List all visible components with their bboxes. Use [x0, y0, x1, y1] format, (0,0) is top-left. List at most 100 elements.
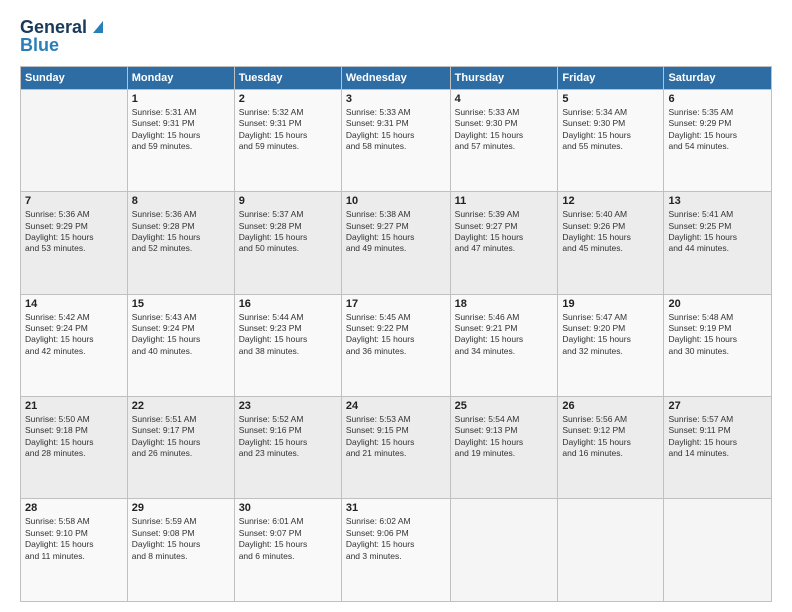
day-cell	[450, 499, 558, 602]
day-info: Sunrise: 6:01 AM Sunset: 9:07 PM Dayligh…	[239, 516, 337, 562]
day-info: Sunrise: 5:36 AM Sunset: 9:28 PM Dayligh…	[132, 209, 230, 255]
logo-blue: Blue	[20, 36, 59, 56]
day-number: 31	[346, 502, 446, 514]
day-number: 1	[132, 93, 230, 105]
day-cell: 29 Sunrise: 5:59 AM Sunset: 9:08 PM Dayli…	[127, 499, 234, 602]
day-cell: 5Sunrise: 5:34 AM Sunset: 9:30 PM Daylig…	[558, 89, 664, 191]
day-cell: 20Sunrise: 5:48 AM Sunset: 9:19 PM Dayli…	[664, 294, 772, 396]
day-number: 3	[346, 93, 446, 105]
day-cell: 23 Sunrise: 5:52 AM Sunset: 9:16 PM Dayli…	[234, 397, 341, 499]
day-info: Sunrise: 5:52 AM Sunset: 9:16 PM Dayligh…	[239, 414, 337, 460]
logo: General Blue	[20, 18, 107, 56]
day-info: Sunrise: 5:56 AM Sunset: 9:12 PM Dayligh…	[562, 414, 659, 460]
day-cell: 25Sunrise: 5:54 AM Sunset: 9:13 PM Dayli…	[450, 397, 558, 499]
page: General Blue SundayMondayTuesdayWednesda…	[0, 0, 792, 612]
logo-icon	[89, 17, 107, 35]
col-header-sunday: Sunday	[21, 66, 128, 89]
day-info: Sunrise: 5:34 AM Sunset: 9:30 PM Dayligh…	[562, 107, 659, 153]
day-info: Sunrise: 5:57 AM Sunset: 9:11 PM Dayligh…	[668, 414, 767, 460]
day-info: Sunrise: 5:39 AM Sunset: 9:27 PM Dayligh…	[455, 209, 554, 255]
day-cell: 30 Sunrise: 6:01 AM Sunset: 9:07 PM Dayli…	[234, 499, 341, 602]
col-header-wednesday: Wednesday	[341, 66, 450, 89]
calendar-table: SundayMondayTuesdayWednesdayThursdayFrid…	[20, 66, 772, 602]
day-cell: 2Sunrise: 5:32 AM Sunset: 9:31 PM Daylig…	[234, 89, 341, 191]
day-cell: 11 Sunrise: 5:39 AM Sunset: 9:27 PM Dayli…	[450, 192, 558, 294]
day-info: Sunrise: 5:31 AM Sunset: 9:31 PM Dayligh…	[132, 107, 230, 153]
day-cell: 3 Sunrise: 5:33 AM Sunset: 9:31 PM Daylig…	[341, 89, 450, 191]
day-number: 26	[562, 400, 659, 412]
header: General Blue	[20, 18, 772, 56]
day-cell: 9Sunrise: 5:37 AM Sunset: 9:28 PM Daylig…	[234, 192, 341, 294]
day-info: Sunrise: 5:47 AM Sunset: 9:20 PM Dayligh…	[562, 312, 659, 358]
day-number: 16	[239, 298, 337, 310]
day-number: 25	[455, 400, 554, 412]
day-cell: 7 Sunrise: 5:36 AM Sunset: 9:29 PM Daylig…	[21, 192, 128, 294]
day-number: 30	[239, 502, 337, 514]
day-number: 22	[132, 400, 230, 412]
day-number: 17	[346, 298, 446, 310]
col-header-monday: Monday	[127, 66, 234, 89]
day-info: Sunrise: 5:58 AM Sunset: 9:10 PM Dayligh…	[25, 516, 123, 562]
day-cell	[558, 499, 664, 602]
col-header-thursday: Thursday	[450, 66, 558, 89]
day-number: 7	[25, 195, 123, 207]
col-header-tuesday: Tuesday	[234, 66, 341, 89]
day-number: 8	[132, 195, 230, 207]
day-cell: 10Sunrise: 5:38 AM Sunset: 9:27 PM Dayli…	[341, 192, 450, 294]
day-number: 9	[239, 195, 337, 207]
day-number: 14	[25, 298, 123, 310]
day-number: 29	[132, 502, 230, 514]
day-number: 27	[668, 400, 767, 412]
day-info: Sunrise: 5:50 AM Sunset: 9:18 PM Dayligh…	[25, 414, 123, 460]
day-number: 20	[668, 298, 767, 310]
day-number: 4	[455, 93, 554, 105]
day-number: 6	[668, 93, 767, 105]
day-info: Sunrise: 5:45 AM Sunset: 9:22 PM Dayligh…	[346, 312, 446, 358]
day-info: Sunrise: 6:02 AM Sunset: 9:06 PM Dayligh…	[346, 516, 446, 562]
day-info: Sunrise: 5:40 AM Sunset: 9:26 PM Dayligh…	[562, 209, 659, 255]
day-info: Sunrise: 5:53 AM Sunset: 9:15 PM Dayligh…	[346, 414, 446, 460]
day-cell: 19 Sunrise: 5:47 AM Sunset: 9:20 PM Dayli…	[558, 294, 664, 396]
day-number: 12	[562, 195, 659, 207]
day-info: Sunrise: 5:46 AM Sunset: 9:21 PM Dayligh…	[455, 312, 554, 358]
day-cell	[21, 89, 128, 191]
week-row-4: 21 Sunrise: 5:50 AM Sunset: 9:18 PM Dayli…	[21, 397, 772, 499]
day-info: Sunrise: 5:33 AM Sunset: 9:30 PM Dayligh…	[455, 107, 554, 153]
week-row-3: 14 Sunrise: 5:42 AM Sunset: 9:24 PM Dayli…	[21, 294, 772, 396]
day-cell: 14 Sunrise: 5:42 AM Sunset: 9:24 PM Dayli…	[21, 294, 128, 396]
day-cell: 4 Sunrise: 5:33 AM Sunset: 9:30 PM Daylig…	[450, 89, 558, 191]
day-cell: 1 Sunrise: 5:31 AM Sunset: 9:31 PM Daylig…	[127, 89, 234, 191]
week-row-2: 7 Sunrise: 5:36 AM Sunset: 9:29 PM Daylig…	[21, 192, 772, 294]
day-info: Sunrise: 5:59 AM Sunset: 9:08 PM Dayligh…	[132, 516, 230, 562]
day-cell: 22 Sunrise: 5:51 AM Sunset: 9:17 PM Dayli…	[127, 397, 234, 499]
day-info: Sunrise: 5:41 AM Sunset: 9:25 PM Dayligh…	[668, 209, 767, 255]
day-number: 13	[668, 195, 767, 207]
day-info: Sunrise: 5:36 AM Sunset: 9:29 PM Dayligh…	[25, 209, 123, 255]
day-number: 28	[25, 502, 123, 514]
day-info: Sunrise: 5:35 AM Sunset: 9:29 PM Dayligh…	[668, 107, 767, 153]
day-cell: 16Sunrise: 5:44 AM Sunset: 9:23 PM Dayli…	[234, 294, 341, 396]
day-number: 21	[25, 400, 123, 412]
week-row-5: 28 Sunrise: 5:58 AM Sunset: 9:10 PM Dayli…	[21, 499, 772, 602]
header-row: SundayMondayTuesdayWednesdayThursdayFrid…	[21, 66, 772, 89]
day-info: Sunrise: 5:42 AM Sunset: 9:24 PM Dayligh…	[25, 312, 123, 358]
col-header-friday: Friday	[558, 66, 664, 89]
day-cell: 12 Sunrise: 5:40 AM Sunset: 9:26 PM Dayli…	[558, 192, 664, 294]
day-number: 18	[455, 298, 554, 310]
day-info: Sunrise: 5:32 AM Sunset: 9:31 PM Dayligh…	[239, 107, 337, 153]
day-cell: 31 Sunrise: 6:02 AM Sunset: 9:06 PM Dayli…	[341, 499, 450, 602]
day-cell: 6 Sunrise: 5:35 AM Sunset: 9:29 PM Daylig…	[664, 89, 772, 191]
day-number: 11	[455, 195, 554, 207]
day-number: 23	[239, 400, 337, 412]
day-cell: 26 Sunrise: 5:56 AM Sunset: 9:12 PM Dayli…	[558, 397, 664, 499]
day-info: Sunrise: 5:43 AM Sunset: 9:24 PM Dayligh…	[132, 312, 230, 358]
day-cell: 21 Sunrise: 5:50 AM Sunset: 9:18 PM Dayli…	[21, 397, 128, 499]
day-number: 19	[562, 298, 659, 310]
col-header-saturday: Saturday	[664, 66, 772, 89]
day-cell: 28 Sunrise: 5:58 AM Sunset: 9:10 PM Dayli…	[21, 499, 128, 602]
week-row-1: 1 Sunrise: 5:31 AM Sunset: 9:31 PM Daylig…	[21, 89, 772, 191]
day-info: Sunrise: 5:33 AM Sunset: 9:31 PM Dayligh…	[346, 107, 446, 153]
day-cell: 8 Sunrise: 5:36 AM Sunset: 9:28 PM Daylig…	[127, 192, 234, 294]
day-number: 10	[346, 195, 446, 207]
day-info: Sunrise: 5:51 AM Sunset: 9:17 PM Dayligh…	[132, 414, 230, 460]
